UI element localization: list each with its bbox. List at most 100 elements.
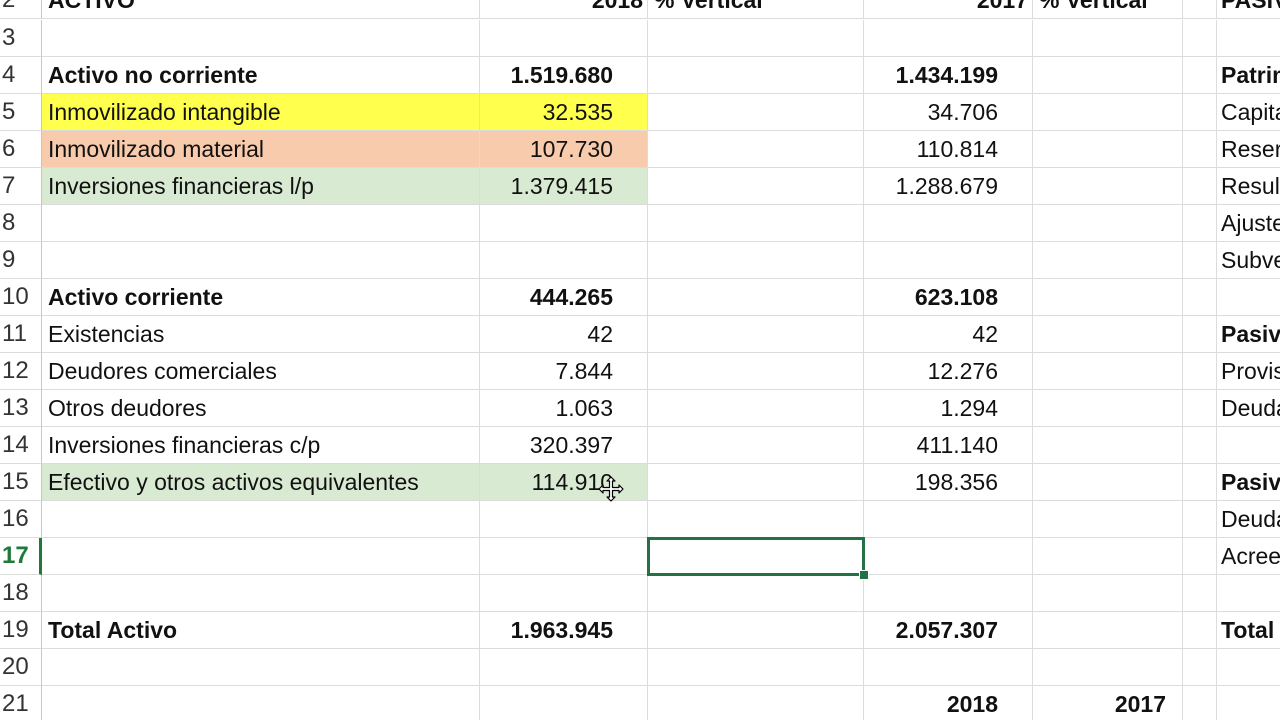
cell-vertical-2017[interactable] <box>1033 131 1183 168</box>
cell-label[interactable] <box>42 242 480 279</box>
cell-2018[interactable] <box>480 205 648 242</box>
cell-2018[interactable]: 1.519.680 <box>480 57 648 94</box>
cell-vertical-2017[interactable] <box>1033 649 1183 686</box>
cell-label[interactable]: Activo no corriente <box>42 57 480 94</box>
cell-2017[interactable]: 110.814 <box>864 131 1033 168</box>
cell-2017[interactable]: 12.276 <box>864 353 1033 390</box>
cell-label[interactable]: Inmovilizado intangible <box>42 94 480 131</box>
cell-vertical-2018[interactable] <box>648 390 864 427</box>
cell-empty[interactable] <box>1183 427 1217 464</box>
cell-label[interactable]: Inversiones financieras c/p <box>42 427 480 464</box>
cell-2018[interactable]: 1.063 <box>480 390 648 427</box>
row-header[interactable]: 18 <box>0 575 42 612</box>
header-2018[interactable]: 2018 <box>480 0 648 19</box>
cell-2018[interactable] <box>480 686 648 720</box>
cell-vertical-2017[interactable] <box>1033 464 1183 501</box>
cell-empty[interactable] <box>1183 20 1217 57</box>
cell-2018[interactable]: 7.844 <box>480 353 648 390</box>
cell-vertical-2018[interactable] <box>648 205 864 242</box>
cell-2017[interactable] <box>864 20 1033 57</box>
row-header-active[interactable]: 17 <box>0 538 42 575</box>
cell-label[interactable]: Inversiones financieras l/p <box>42 168 480 205</box>
cell-pasivo[interactable]: Patrimonio <box>1217 57 1280 94</box>
cell-2017[interactable]: 2018 <box>864 686 1033 720</box>
cell-2018[interactable]: 444.265 <box>480 279 648 316</box>
cell-2017[interactable] <box>864 205 1033 242</box>
cell-empty[interactable] <box>1183 279 1217 316</box>
cell-2018[interactable] <box>480 649 648 686</box>
row-header[interactable]: 3 <box>0 20 42 57</box>
cell-2018[interactable] <box>480 242 648 279</box>
cell-pasivo[interactable] <box>1217 427 1280 464</box>
cell-vertical-2017[interactable] <box>1033 501 1183 538</box>
cell-pasivo[interactable]: Total <box>1217 612 1280 649</box>
cell-2018[interactable]: 42 <box>480 316 648 353</box>
cell-empty[interactable] <box>1183 205 1217 242</box>
cell-vertical-2018[interactable] <box>648 575 864 612</box>
row-header[interactable]: 21 <box>0 686 42 720</box>
cell-vertical-2017[interactable] <box>1033 390 1183 427</box>
cell-vertical-2018[interactable] <box>648 168 864 205</box>
cell-2017[interactable] <box>864 575 1033 612</box>
cell-pasivo[interactable]: Deudas <box>1217 501 1280 538</box>
cell-vertical-2018[interactable] <box>648 316 864 353</box>
cell-pasivo[interactable]: Ajustes <box>1217 205 1280 242</box>
cell-vertical-2017[interactable] <box>1033 20 1183 57</box>
cell-vertical-2017[interactable]: 2017 <box>1033 686 1183 720</box>
header-2017[interactable]: 2017 <box>864 0 1033 19</box>
row-header[interactable]: 16 <box>0 501 42 538</box>
cell-2017[interactable]: 623.108 <box>864 279 1033 316</box>
cell-pasivo[interactable]: Reservas <box>1217 131 1280 168</box>
cell-2017[interactable]: 1.288.679 <box>864 168 1033 205</box>
cell-label[interactable] <box>42 538 480 575</box>
cell-empty[interactable] <box>1183 390 1217 427</box>
cell-label[interactable] <box>42 501 480 538</box>
cell-vertical-2017[interactable] <box>1033 57 1183 94</box>
cell-2017[interactable]: 1.434.199 <box>864 57 1033 94</box>
cell-vertical-2018[interactable] <box>648 464 864 501</box>
cell-vertical-2018[interactable] <box>648 353 864 390</box>
cell-label[interactable] <box>42 205 480 242</box>
cell-pasivo[interactable] <box>1217 279 1280 316</box>
cell-empty[interactable] <box>1183 57 1217 94</box>
header-activo[interactable]: ACTIVO <box>42 0 480 19</box>
cell-2017[interactable] <box>864 242 1033 279</box>
cell-2018[interactable]: 1.963.945 <box>480 612 648 649</box>
row-header[interactable]: 6 <box>0 131 42 168</box>
cell-label[interactable]: Otros deudores <box>42 390 480 427</box>
cell-vertical-2018[interactable] <box>648 649 864 686</box>
cell-pasivo[interactable]: Deudas <box>1217 390 1280 427</box>
cell-vertical-2018[interactable] <box>648 242 864 279</box>
row-header[interactable]: 15 <box>0 464 42 501</box>
row-header[interactable]: 19 <box>0 612 42 649</box>
cell-pasivo[interactable]: Pasivo <box>1217 464 1280 501</box>
row-header[interactable]: 20 <box>0 649 42 686</box>
cell-label[interactable]: Activo corriente <box>42 279 480 316</box>
cell-vertical-2017[interactable] <box>1033 575 1183 612</box>
cell-2017[interactable]: 1.294 <box>864 390 1033 427</box>
cell-empty[interactable] <box>1183 686 1217 720</box>
cell-label[interactable]: Inmovilizado material <box>42 131 480 168</box>
row-header[interactable]: 7 <box>0 168 42 205</box>
cell-vertical-2017[interactable] <box>1033 538 1183 575</box>
cell-empty[interactable] <box>1183 94 1217 131</box>
cell-pasivo[interactable]: Pasivo <box>1217 316 1280 353</box>
cell-pasivo[interactable]: Acreedores <box>1217 538 1280 575</box>
cell-2018[interactable] <box>480 538 648 575</box>
spreadsheet-grid[interactable]: 2 ACTIVO 2018 % Vertical 2017 % Vertical… <box>0 0 1280 720</box>
cell-pasivo[interactable]: Capital <box>1217 94 1280 131</box>
cell-label[interactable] <box>42 575 480 612</box>
cell-vertical-2017[interactable] <box>1033 168 1183 205</box>
cell-pasivo[interactable] <box>1217 20 1280 57</box>
cell-vertical-2018[interactable] <box>648 20 864 57</box>
cell-empty[interactable] <box>1183 575 1217 612</box>
cell-label[interactable]: Total Activo <box>42 612 480 649</box>
cell-vertical-2018[interactable] <box>648 612 864 649</box>
cell-empty[interactable] <box>1183 501 1217 538</box>
cell-2017[interactable]: 42 <box>864 316 1033 353</box>
cell-2018[interactable]: 320.397 <box>480 427 648 464</box>
row-header[interactable]: 10 <box>0 279 42 316</box>
cell-pasivo[interactable]: Provisiones <box>1217 353 1280 390</box>
cell-vertical-2018[interactable] <box>648 57 864 94</box>
cell-2018[interactable]: 107.730 <box>480 131 648 168</box>
